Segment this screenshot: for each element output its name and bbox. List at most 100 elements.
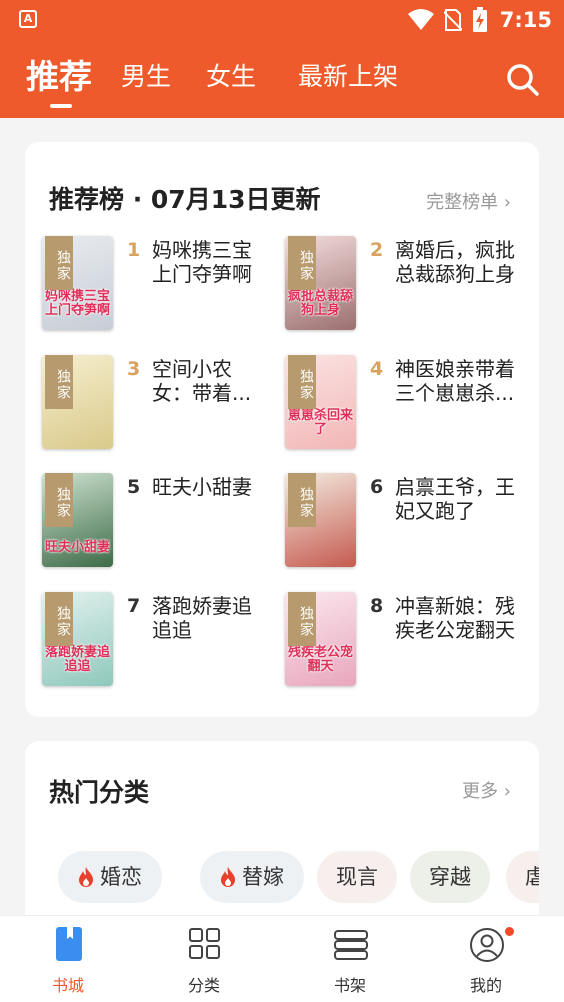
book-cover[interactable]: 独家	[42, 354, 113, 449]
book-cover[interactable]: 旺夫小甜妻 独家	[42, 473, 113, 567]
book-cover[interactable]: 落跑娇妻追追追 独家	[42, 591, 113, 686]
nav-category-label: 分类	[187, 976, 220, 995]
active-tab-indicator	[50, 104, 72, 108]
category-chip[interactable]: 替嫁	[200, 851, 304, 903]
category-chip[interactable]: 穿越	[410, 851, 490, 903]
tab-new-releases[interactable]: 最新上架	[298, 52, 398, 102]
category-grid-icon	[189, 928, 220, 959]
category-chip-label: 婚恋	[100, 865, 142, 889]
tab-recommend[interactable]: 推荐	[26, 52, 92, 102]
exclusive-badge: 独家	[45, 473, 73, 527]
book-cover[interactable]: 崽崽杀回来了 独家	[285, 354, 356, 449]
cover-title: 崽崽杀回来了	[288, 407, 354, 437]
book-title[interactable]: 旺夫小甜妻	[152, 475, 280, 499]
search-icon[interactable]	[506, 63, 540, 97]
hot-categories-card: 热门分类 更多 › 婚恋 替嫁 现言 穿越 虐恋	[25, 741, 539, 931]
wifi-icon	[407, 9, 434, 30]
ranking-card: 推荐榜 · 07月13日更新 完整榜单 › 妈咪携三宝上门夺笋啊 独家 1 妈咪携三宝…	[25, 142, 539, 717]
ranking-book-item[interactable]: 疯批总裁舔狗上身 独家 2 离婚后，疯批 总裁舔狗上身	[285, 236, 530, 332]
cover-title: 残疾老公宠翻天	[288, 644, 354, 674]
book-cover[interactable]: 残疾老公宠翻天 独家	[285, 591, 356, 686]
app-notification-icon: A	[19, 10, 37, 28]
book-title-line-1: 旺夫小甜妻	[152, 475, 252, 499]
nav-bookshelf[interactable]: 书架	[300, 916, 400, 1002]
ranking-book-item[interactable]: 落跑娇妻追追追 独家 7 落跑娇妻追 追追	[42, 591, 287, 688]
book-rank: 2	[370, 239, 384, 261]
book-rank: 3	[127, 357, 141, 380]
book-title-line-2: 总裁舔狗上身	[395, 262, 515, 286]
book-cover[interactable]: 妈咪携三宝上门夺笋啊 独家	[42, 236, 113, 330]
nav-bookstore-label: 书城	[51, 976, 84, 995]
book-title-line-1: 冲喜新娘：残	[395, 593, 515, 618]
flame-icon	[221, 867, 235, 887]
book-cover[interactable]: 疯批总裁舔狗上身 独家	[285, 236, 356, 330]
book-title-line-2: 三个崽崽杀...	[395, 380, 515, 405]
cover-title: 旺夫小甜妻	[45, 540, 111, 555]
ranking-title: 推荐榜 · 07月13日更新	[49, 185, 321, 214]
exclusive-badge: 独家	[45, 236, 73, 290]
status-icons: 7:15	[407, 6, 552, 34]
exclusive-badge: 独家	[288, 473, 316, 527]
book-rank: 8	[370, 594, 384, 617]
book-title-line-2: 妃又跑了	[395, 499, 475, 523]
ranking-book-item[interactable]: 妈咪携三宝上门夺笋啊 独家 1 妈咪携三宝 上门夺笋啊	[42, 236, 287, 332]
book-title[interactable]: 冲喜新娘：残 疾老公宠翻天	[395, 594, 523, 642]
category-chip-label: 现言	[336, 865, 378, 889]
cover-title: 妈咪携三宝上门夺笋啊	[45, 289, 111, 318]
category-chip[interactable]: 婚恋	[58, 851, 162, 903]
exclusive-badge: 独家	[288, 591, 316, 646]
book-title[interactable]: 离婚后，疯批 总裁舔狗上身	[395, 238, 523, 286]
book-title-line-1: 妈咪携三宝	[152, 238, 252, 262]
book-rank: 7	[127, 594, 141, 617]
exclusive-badge: 独家	[45, 354, 73, 409]
book-title[interactable]: 妈咪携三宝 上门夺笋啊	[152, 238, 280, 286]
bottom-navigation: 书城 分类 书架 我的	[0, 915, 564, 1002]
cover-title: 落跑娇妻追追追	[45, 644, 111, 674]
book-title-line-1: 落跑娇妻追	[152, 593, 252, 618]
bookstore-icon	[56, 927, 82, 961]
book-rank: 4	[370, 357, 384, 380]
nav-category[interactable]: 分类	[154, 916, 254, 1002]
book-title[interactable]: 空间小农 女：带着...	[152, 357, 280, 405]
book-title-line-1: 启禀王爷，王	[395, 475, 515, 499]
more-categories-link[interactable]: 更多 ›	[462, 777, 511, 803]
flame-icon	[79, 867, 93, 887]
category-chips: 婚恋 替嫁 现言 穿越 虐恋	[58, 849, 539, 905]
ranking-book-item[interactable]: 残疾老公宠翻天 独家 8 冲喜新娘：残 疾老公宠翻天	[285, 591, 530, 688]
full-ranking-link[interactable]: 完整榜单 ›	[426, 188, 511, 214]
ranking-book-item[interactable]: 旺夫小甜妻 独家 5 旺夫小甜妻	[42, 473, 287, 569]
tab-male[interactable]: 男生	[121, 52, 171, 102]
category-chip-label: 替嫁	[242, 865, 284, 889]
book-rank: 1	[127, 239, 141, 261]
top-tabs: 推荐 男生 女生 最新上架	[0, 52, 564, 108]
ranking-book-item[interactable]: 独家 3 空间小农 女：带着...	[42, 354, 287, 451]
profile-icon	[470, 928, 504, 962]
nav-bookstore[interactable]: 书城	[18, 916, 118, 1002]
exclusive-badge: 独家	[45, 591, 73, 646]
nav-profile[interactable]: 我的	[436, 916, 536, 1002]
battery-charging-icon	[472, 7, 487, 32]
exclusive-badge: 独家	[288, 236, 316, 290]
category-chip[interactable]: 虐恋	[506, 851, 539, 903]
ranking-book-item[interactable]: 崽崽杀回来了 独家 4 神医娘亲带着 三个崽崽杀...	[285, 354, 530, 451]
book-cover[interactable]: 独家	[285, 473, 356, 567]
tab-female[interactable]: 女生	[206, 52, 256, 102]
book-title-line-1: 离婚后，疯批	[395, 238, 515, 262]
cover-title: 疯批总裁舔狗上身	[288, 289, 354, 318]
app-header: A 7:15 推荐 男生 女生 最新上架	[0, 0, 564, 118]
nav-profile-label: 我的	[469, 976, 502, 995]
category-chip[interactable]: 现言	[317, 851, 397, 903]
book-title[interactable]: 启禀王爷，王 妃又跑了	[395, 475, 523, 523]
ranking-book-item[interactable]: 独家 6 启禀王爷，王 妃又跑了	[285, 473, 530, 569]
book-title[interactable]: 神医娘亲带着 三个崽崽杀...	[395, 357, 523, 405]
book-title[interactable]: 落跑娇妻追 追追	[152, 594, 280, 642]
no-sim-icon	[443, 9, 462, 31]
book-title-line-1: 空间小农	[152, 356, 232, 381]
category-chip-label: 穿越	[429, 865, 471, 889]
exclusive-badge: 独家	[288, 354, 316, 409]
status-time: 7:15	[499, 8, 552, 32]
book-title-line-2: 女：带着...	[152, 380, 252, 405]
book-title-line-1: 神医娘亲带着	[395, 356, 515, 381]
category-chip-label: 虐恋	[525, 865, 539, 889]
notification-dot	[504, 926, 515, 937]
